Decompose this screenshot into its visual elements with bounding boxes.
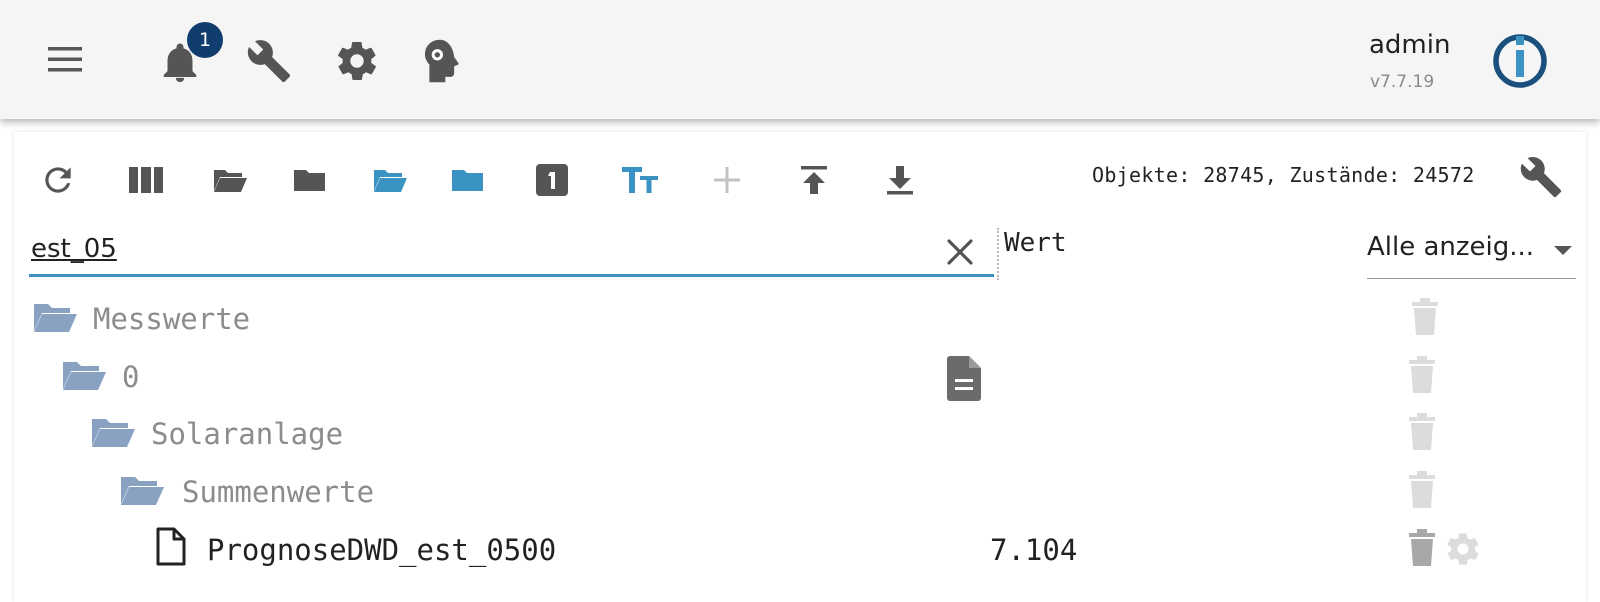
tree-item-label: 0	[122, 360, 140, 394]
folder-open-icon	[92, 419, 135, 447]
upload-button[interactable]	[792, 158, 836, 202]
object-stats: Objekte: 28745, Zustände: 24572	[1092, 163, 1475, 187]
columns-button[interactable]	[124, 158, 168, 202]
settings-wrench-button[interactable]	[246, 38, 292, 84]
tree-item-label: PrognoseDWD_est_0500	[207, 533, 557, 567]
notification-badge: 1	[187, 22, 223, 58]
file-icon	[156, 527, 186, 566]
tree-row-summenwerte[interactable]: Summenwerte	[14, 463, 1586, 521]
tree-item-label: Messwerte	[93, 302, 251, 336]
delete-icon[interactable]	[1406, 412, 1438, 452]
user-name: admin	[1369, 30, 1451, 60]
upload-icon	[801, 166, 827, 194]
columns-icon	[129, 167, 163, 193]
text-size-button[interactable]	[618, 158, 662, 202]
value-column-header: Wert	[1004, 228, 1067, 258]
room-filter-select[interactable]: Alle anzeig...	[1367, 228, 1576, 279]
folder-blue-icon	[452, 170, 483, 191]
folder-open-blue-icon	[374, 170, 407, 192]
delete-icon[interactable]	[1409, 297, 1441, 337]
folder-open-icon	[34, 304, 77, 332]
folder-open-icon	[63, 362, 106, 390]
gear-icon	[338, 42, 376, 80]
tree-item-label: Summenwerte	[182, 475, 375, 509]
state-count-button[interactable]	[530, 158, 574, 202]
delete-icon[interactable]	[1406, 355, 1438, 395]
tree-row-messwerte[interactable]: Messwerte	[14, 290, 1586, 348]
counter-1-icon	[536, 164, 568, 196]
refresh-icon	[45, 167, 71, 193]
version-label: v7.7.19	[1370, 72, 1435, 92]
delete-icon[interactable]	[1406, 470, 1438, 510]
wrench-icon	[1520, 157, 1562, 198]
document-icon[interactable]	[946, 355, 982, 401]
id-filter-input[interactable]	[29, 228, 933, 270]
folder-open-icon	[214, 170, 247, 192]
state-value[interactable]: 7.104	[990, 533, 1077, 567]
download-icon	[887, 166, 913, 195]
app-header: 1 admin v7.7.19	[0, 0, 1600, 119]
wrench-icon	[247, 40, 291, 83]
tree-row-solaranlage[interactable]: Solaranlage	[14, 405, 1586, 463]
tree-row-prognose[interactable]: PrognoseDWD_est_0500 7.104	[14, 521, 1586, 579]
folder-open-icon	[121, 477, 164, 505]
close-icon	[947, 239, 973, 265]
expand-one-level-button[interactable]	[368, 158, 412, 202]
chevron-down-icon	[1554, 246, 1572, 255]
custom-settings-button[interactable]	[1518, 154, 1564, 200]
tree-item-label: Solaranlage	[151, 417, 344, 451]
collapse-one-level-button[interactable]	[446, 158, 490, 202]
room-filter-value: Alle anzeig...	[1367, 232, 1535, 262]
delete-icon[interactable]	[1406, 528, 1438, 568]
column-divider[interactable]	[997, 228, 999, 280]
download-button[interactable]	[878, 158, 922, 202]
clear-filter-button[interactable]	[942, 234, 978, 270]
menu-button[interactable]	[46, 44, 86, 76]
plus-icon	[714, 167, 740, 193]
tree-row-0[interactable]: 0	[14, 348, 1586, 406]
menu-icon	[48, 47, 82, 72]
logo-icon	[1493, 34, 1547, 88]
gear-icon[interactable]	[1444, 530, 1482, 568]
expand-all-button[interactable]	[208, 158, 252, 202]
collapse-all-button[interactable]	[288, 158, 332, 202]
folder-icon	[294, 170, 325, 191]
search-underline	[29, 274, 994, 277]
add-button[interactable]	[705, 158, 749, 202]
text-size-icon	[622, 167, 658, 193]
refresh-button[interactable]	[36, 158, 80, 202]
system-settings-button[interactable]	[334, 38, 380, 84]
expert-mode-icon	[424, 39, 459, 83]
iobroker-logo[interactable]	[1492, 33, 1548, 89]
expert-mode-button[interactable]	[420, 38, 460, 84]
